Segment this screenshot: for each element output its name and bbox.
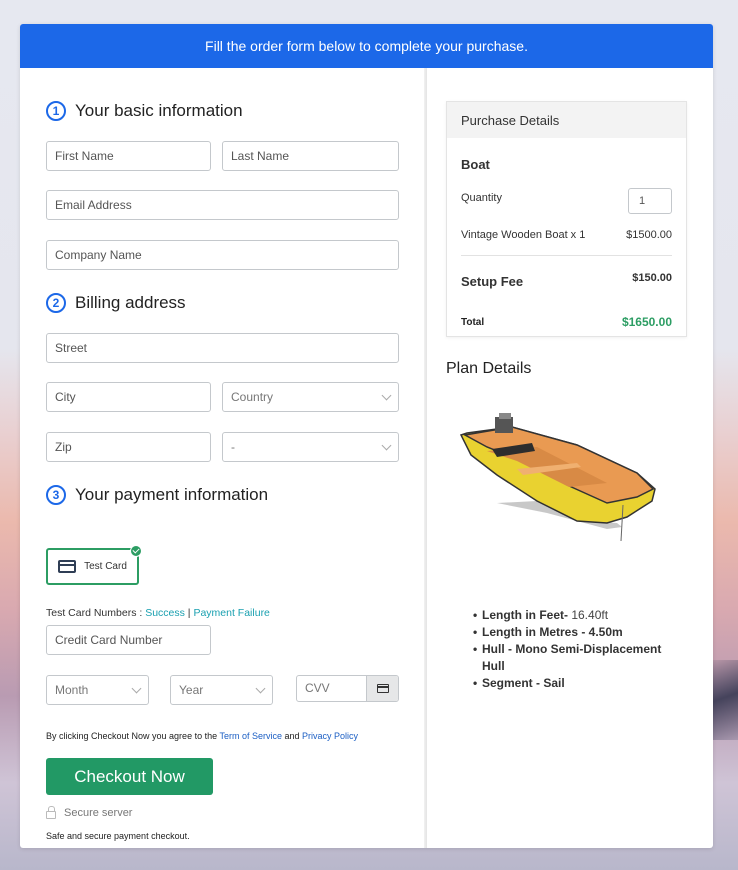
section-billing: 2 Billing address	[46, 293, 186, 313]
chevron-down-icon	[131, 683, 142, 693]
checkout-now-button[interactable]: Checkout Now	[46, 758, 213, 795]
cvv-input[interactable]: CVV	[297, 676, 366, 701]
spec-item: Hull - Mono Semi-Displacement Hull	[473, 641, 673, 675]
state-select-value: -	[231, 440, 235, 454]
total-price: $1650.00	[621, 315, 672, 329]
street-input[interactable]: Street	[46, 333, 399, 363]
divider	[461, 255, 672, 256]
safe-checkout-note: Safe and secure payment checkout.	[46, 831, 190, 841]
test-card-option[interactable]: Test Card	[46, 545, 142, 585]
email-input[interactable]: Email Address	[46, 190, 399, 220]
boat-image	[459, 413, 656, 542]
spec-value: 16.40ft	[568, 608, 609, 622]
quantity-row: Quantity 1	[461, 188, 672, 214]
success-link[interactable]: Success	[145, 607, 185, 619]
step-number-1: 1	[46, 101, 66, 121]
month-select-value: Month	[55, 683, 89, 697]
item-label: Vintage Wooden Boat x 1	[461, 229, 586, 241]
country-select[interactable]: Country	[222, 382, 399, 412]
privacy-policy-link[interactable]: Privacy Policy	[302, 731, 358, 741]
first-name-input[interactable]: First Name	[46, 141, 211, 171]
year-select-value: Year	[179, 683, 204, 697]
purchase-details-title: Purchase Details	[447, 102, 686, 138]
setup-fee-row: Setup Fee $150.00	[461, 272, 672, 289]
spec-label: Segment - Sail	[482, 676, 565, 690]
secure-server-label: Secure server	[64, 807, 133, 819]
spec-item: Length in Feet- 16.40ft	[473, 607, 673, 624]
check-circle-icon	[130, 545, 142, 557]
month-select[interactable]: Month	[46, 675, 149, 705]
test-card-numbers: Test Card Numbers : Success | Payment Fa…	[46, 607, 270, 619]
terms-and: and	[281, 731, 302, 741]
spec-label: Length in Metres - 4.50m	[482, 625, 623, 639]
terms-text: By clicking Checkout Now you agree to th…	[46, 731, 358, 741]
total-row: Total $1650.00	[461, 315, 672, 329]
step-number-3: 3	[46, 485, 66, 505]
section-basic-info: 1 Your basic information	[46, 101, 243, 121]
test-card-label: Test Card	[84, 561, 127, 572]
section-title: Your basic information	[75, 101, 243, 120]
country-select-value: Country	[231, 390, 274, 404]
city-input[interactable]: City	[46, 382, 211, 412]
header-banner: Fill the order form below to complete yo…	[20, 24, 713, 68]
card-number-input[interactable]: Credit Card Number	[46, 625, 211, 655]
chevron-down-icon	[381, 440, 392, 450]
spec-item: Segment - Sail	[473, 675, 673, 692]
spec-item: Length in Metres - 4.50m	[473, 624, 673, 641]
section-title: Your payment information	[75, 485, 269, 504]
product-label: Boat	[461, 157, 490, 172]
lock-icon	[46, 806, 56, 819]
test-numbers-label: Test Card Numbers :	[46, 607, 146, 619]
quantity-input[interactable]: 1	[628, 188, 672, 214]
section-title: Billing address	[75, 293, 186, 312]
last-name-input[interactable]: Last Name	[222, 141, 399, 171]
credit-card-icon	[376, 684, 389, 693]
plan-details-title: Plan Details	[446, 360, 532, 377]
year-select[interactable]: Year	[170, 675, 273, 705]
spec-label: Hull - Mono Semi-Displacement Hull	[482, 642, 662, 673]
chevron-down-icon	[255, 683, 266, 693]
total-label: Total	[461, 316, 485, 328]
section-payment: 3 Your payment information	[46, 485, 268, 505]
cvv-group: CVV	[296, 675, 399, 702]
setup-fee-label: Setup Fee	[461, 274, 524, 289]
item-row: Vintage Wooden Boat x 1 $1500.00	[461, 229, 672, 241]
product-name: Boat	[461, 157, 672, 172]
spec-label: Length in Feet-	[482, 608, 568, 622]
secure-server-note: Secure server	[46, 806, 133, 819]
summary-column: Purchase Details Boat Quantity 1 Vintage…	[427, 68, 713, 848]
outboard-motor	[495, 417, 513, 433]
terms-prefix: By clicking Checkout Now you agree to th…	[46, 731, 220, 741]
motor-cap	[499, 413, 511, 419]
terms-of-service-link[interactable]: Term of Service	[219, 731, 282, 741]
company-input[interactable]: Company Name	[46, 240, 399, 270]
item-price: $1500.00	[626, 229, 672, 241]
chevron-down-icon	[381, 390, 392, 400]
plan-specs-list: Length in Feet- 16.40ft Length in Metres…	[473, 607, 673, 692]
state-select[interactable]: -	[222, 432, 399, 462]
order-form-card: Fill the order form below to complete yo…	[20, 24, 713, 848]
cvv-help-button[interactable]	[366, 676, 398, 701]
setup-fee-price: $150.00	[632, 272, 672, 284]
payment-failure-link[interactable]: Payment Failure	[193, 607, 269, 619]
purchase-details-box: Purchase Details Boat Quantity 1 Vintage…	[446, 101, 687, 337]
zip-input[interactable]: Zip	[46, 432, 211, 462]
credit-card-icon	[58, 560, 77, 573]
step-number-2: 2	[46, 293, 66, 313]
quantity-label: Quantity	[461, 192, 502, 204]
form-column: 1 Your basic information First Name Last…	[20, 68, 424, 848]
